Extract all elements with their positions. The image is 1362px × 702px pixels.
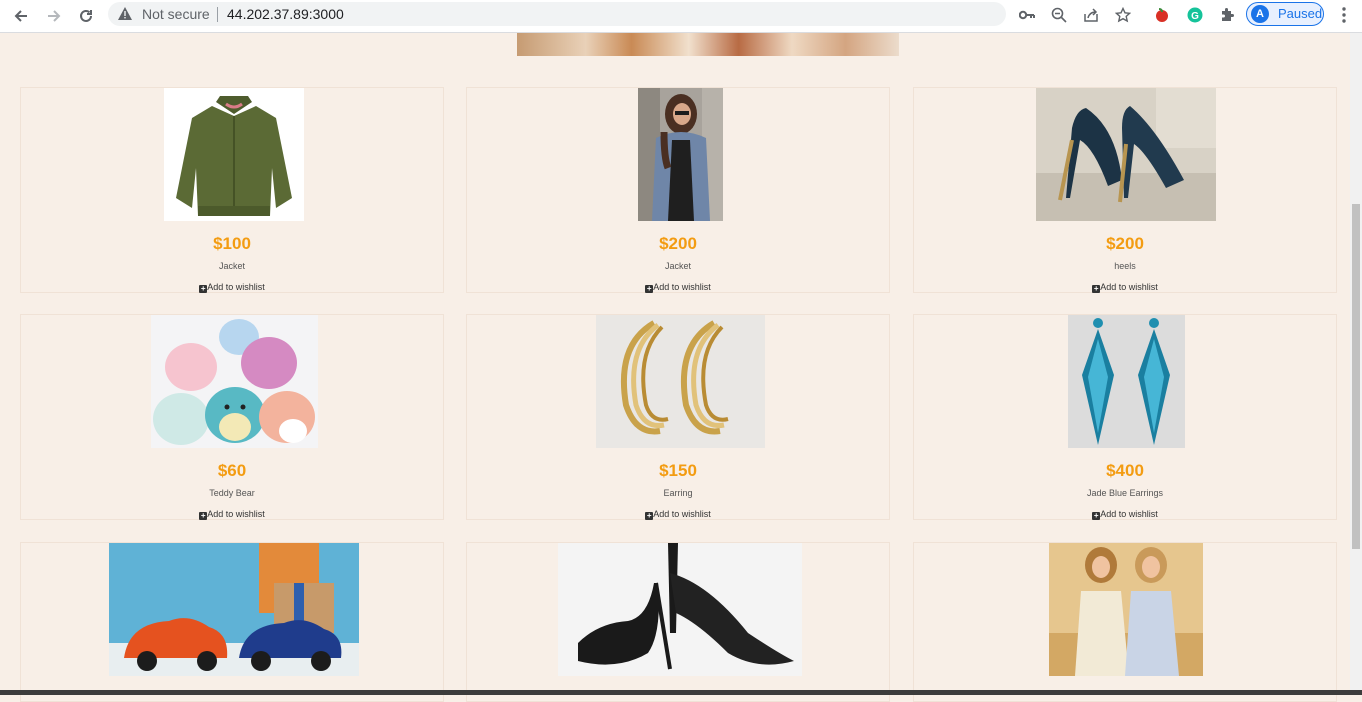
warning-icon: [118, 7, 132, 20]
reload-button[interactable]: [74, 4, 98, 28]
product-card[interactable]: [20, 542, 444, 702]
product-card[interactable]: [466, 542, 890, 702]
product-card[interactable]: $400 Jade Blue Earrings + Add to wishlist: [913, 314, 1337, 520]
product-image-plush-toys[interactable]: [151, 315, 318, 448]
wishlist-label: Add to wishlist: [1100, 509, 1158, 519]
product-name: Teddy Bear: [209, 488, 255, 498]
product-image-black-heels[interactable]: [558, 543, 802, 676]
svg-text:G: G: [1191, 11, 1199, 22]
product-price: $400: [1106, 461, 1144, 480]
scrollbar-thumb[interactable]: [1352, 204, 1360, 549]
product-image-blue-drop-earrings[interactable]: [1068, 315, 1185, 448]
taskbar-edge: [0, 690, 1362, 695]
add-to-wishlist-link[interactable]: + Add to wishlist: [914, 282, 1336, 293]
product-name: Jade Blue Earrings: [1086, 488, 1164, 498]
avatar: A: [1251, 5, 1269, 23]
browser-toolbar: Not secure 44.202.37.89:3000 G A Paused: [0, 0, 1362, 33]
profile-button[interactable]: A Paused: [1246, 2, 1324, 26]
forward-arrow-icon: [48, 10, 61, 22]
product-name: Jacket: [664, 261, 691, 271]
product-card[interactable]: $150 Earring + Add to wishlist: [466, 314, 890, 520]
profile-status: Paused: [1278, 6, 1323, 21]
wishlist-label: Add to wishlist: [207, 509, 265, 519]
product-image-two-women[interactable]: [1049, 543, 1203, 676]
product-price: $60: [217, 461, 247, 480]
product-price: $200: [1106, 234, 1144, 253]
password-key-icon[interactable]: [1017, 5, 1037, 25]
bookmark-star-icon[interactable]: [1113, 5, 1133, 25]
url-text[interactable]: 44.202.37.89:3000: [227, 6, 344, 22]
wishlist-label: Add to wishlist: [207, 282, 265, 292]
grammarly-icon[interactable]: G: [1185, 5, 1205, 25]
product-image-gold-hoop-earrings[interactable]: [596, 315, 765, 448]
wishlist-label: Add to wishlist: [653, 282, 711, 292]
add-to-wishlist-link[interactable]: + Add to wishlist: [21, 282, 443, 293]
forward-button[interactable]: [42, 4, 66, 28]
share-icon[interactable]: [1081, 5, 1101, 25]
product-card[interactable]: $200 heels + Add to wishlist: [913, 87, 1337, 293]
vertical-scrollbar[interactable]: [1350, 33, 1362, 690]
add-to-wishlist-link[interactable]: + Add to wishlist: [467, 509, 889, 520]
back-button[interactable]: [9, 4, 33, 28]
add-to-wishlist-link[interactable]: + Add to wishlist: [21, 509, 443, 520]
reload-icon: [80, 9, 92, 22]
product-name: heels: [1114, 261, 1136, 271]
product-image-navy-heels[interactable]: [1036, 88, 1216, 221]
product-name: Earring: [663, 488, 693, 498]
address-separator: [217, 7, 218, 22]
product-card[interactable]: $200 Jacket + Add to wishlist: [466, 87, 890, 293]
product-card[interactable]: [913, 542, 1337, 702]
product-image-green-jacket[interactable]: [164, 88, 304, 221]
back-arrow-icon: [14, 10, 27, 22]
hero-banner-image: [517, 33, 899, 56]
more-menu-icon[interactable]: [1336, 5, 1352, 25]
extension-red-icon[interactable]: [1152, 5, 1172, 25]
security-label[interactable]: Not secure: [142, 6, 210, 22]
add-to-wishlist-link[interactable]: + Add to wishlist: [914, 509, 1336, 520]
wishlist-label: Add to wishlist: [653, 509, 711, 519]
product-image-denim-jacket[interactable]: [638, 88, 723, 221]
zoom-out-icon[interactable]: [1049, 5, 1069, 25]
product-price: $100: [213, 234, 251, 253]
product-card[interactable]: $100 Jacket + Add to wishlist: [20, 87, 444, 293]
add-to-wishlist-link[interactable]: + Add to wishlist: [467, 282, 889, 293]
product-image-toy-cars[interactable]: [109, 543, 359, 676]
wishlist-label: Add to wishlist: [1100, 282, 1158, 292]
extensions-puzzle-icon[interactable]: [1217, 5, 1237, 25]
product-name: Jacket: [218, 261, 245, 271]
product-price: $200: [659, 234, 697, 253]
product-price: $150: [659, 461, 697, 480]
product-card[interactable]: $60 Teddy Bear + Add to wishlist: [20, 314, 444, 520]
address-bar[interactable]: Not secure 44.202.37.89:3000: [108, 2, 1006, 26]
